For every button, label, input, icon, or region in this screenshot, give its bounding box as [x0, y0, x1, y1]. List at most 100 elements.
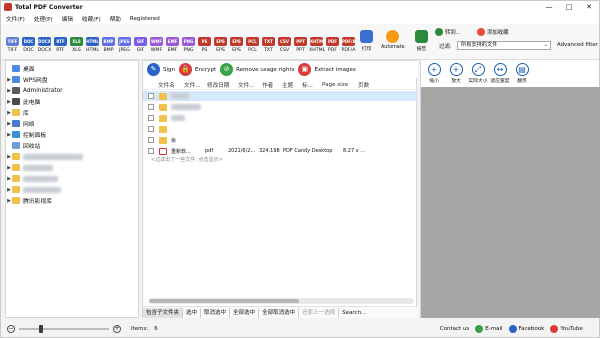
maximize-button[interactable]: □ [559, 1, 579, 13]
format-button-jpeg[interactable]: JPEG JPEG [117, 37, 132, 54]
format-button-eps[interactable]: EPS EPS [229, 37, 244, 54]
action-sign-button[interactable]: ✎ Sign [147, 63, 175, 76]
action-remove-usage-rights-button[interactable]: ⊘ Remove usage rights [220, 63, 294, 76]
table-row[interactable] [143, 91, 418, 101]
format-button-eps[interactable]: EPS EPS [213, 37, 228, 54]
facebook-link[interactable]: Facebook [508, 325, 544, 333]
tree-item[interactable]: ▶ 此电脑 [6, 96, 140, 107]
row-checkbox[interactable] [148, 126, 154, 132]
row-checkbox[interactable] [148, 137, 154, 143]
format-button-gif[interactable]: GIF GIF [133, 37, 148, 54]
format-button-xls[interactable]: XLS XLS [69, 37, 84, 54]
format-button-pcl[interactable]: PCL PCL [245, 37, 260, 54]
format-button-pdf-a[interactable]: PDF/A PDF/A [341, 37, 356, 54]
zoom-out-icon[interactable]: − [7, 325, 15, 333]
tree-item[interactable]: ▶ 控制面板 [6, 129, 140, 140]
tree-item[interactable]: ▶ [6, 151, 140, 162]
format-button-png[interactable]: PNG PNG [181, 37, 196, 54]
tree-item[interactable]: ▶ [6, 184, 140, 195]
format-button-pdf[interactable]: PDF PDF [325, 37, 340, 54]
restore-selection-button[interactable]: 还原上一选择 [299, 307, 340, 318]
tree-item[interactable]: ▶ 腾讯影视库 [6, 195, 140, 206]
filter-hint[interactable]: <过滤出了一些文件: 点击显示> [151, 156, 223, 163]
col-pages[interactable]: 页数 [358, 81, 378, 89]
row-checkbox[interactable] [148, 93, 154, 99]
format-button-bmp[interactable]: BMP BMP [101, 37, 116, 54]
format-button-html[interactable]: HTML HTML [85, 37, 100, 54]
menu-favorites[interactable]: 收藏(F) [82, 15, 101, 23]
format-label: BMP [103, 48, 114, 53]
add-favorite-button[interactable]: 添加收藏 [477, 28, 509, 36]
tree-item[interactable]: ▶ [6, 162, 140, 173]
action-extract-images-button[interactable]: ▣ Extract images [298, 63, 356, 76]
close-button[interactable]: ✕ [579, 1, 599, 13]
format-button-emf[interactable]: EMF EMF [165, 37, 180, 54]
tree-item[interactable]: ▶ WPS网盘 [6, 74, 140, 85]
preview-tool-button[interactable]: + 缩小 [424, 63, 444, 84]
tree-item[interactable]: ▶ 库 [6, 107, 140, 118]
preview-tool-button[interactable]: ↔ 适应宽度 [490, 63, 510, 84]
format-button-csv[interactable]: CSV CSV [277, 37, 292, 54]
youtube-link[interactable]: YouTube [550, 325, 583, 333]
format-button-docx[interactable]: DOCX DOCX [37, 37, 52, 54]
filter-select[interactable]: 所有支持的文件 ⌄ [457, 41, 551, 50]
select-all-button[interactable]: 全部选中 [230, 307, 260, 318]
col-title[interactable]: 标... [302, 81, 322, 89]
select-button[interactable]: 选中 [183, 307, 202, 318]
menu-help[interactable]: 帮助 [110, 15, 121, 23]
search-input[interactable]: Search... [339, 308, 369, 318]
col-author[interactable]: 作者 [262, 81, 282, 89]
table-row[interactable] [143, 102, 418, 112]
table-row[interactable]: 余 [143, 135, 418, 145]
tree-item[interactable]: 桌面 [6, 63, 140, 74]
format-button-wmf[interactable]: WMF WMF [149, 37, 164, 54]
format-button-ps[interactable]: PS PS [197, 37, 212, 54]
action-label: Remove usage rights [236, 66, 295, 73]
row-checkbox[interactable] [148, 115, 154, 121]
minimize-button[interactable]: — [539, 1, 559, 13]
table-row[interactable] [143, 113, 418, 123]
folder-icon [159, 136, 167, 144]
deselect-all-button[interactable]: 全部取消选中 [259, 307, 300, 318]
tree-item[interactable]: ▶ [6, 173, 140, 184]
table-row[interactable]: 重新软... pdf 2021/6/2... 324,198 PDF Candy Des… [143, 146, 418, 156]
format-button-tiff[interactable]: TIFF TIFF [5, 37, 20, 54]
contact-us-label: Contact us [439, 326, 470, 332]
col-filetype[interactable]: 文件... [184, 81, 207, 89]
advanced-filter-link[interactable]: Advanced filter [557, 42, 598, 48]
automate-button[interactable]: Automate [381, 30, 405, 50]
scrollbar-thumb[interactable] [149, 299, 299, 303]
menu-edit[interactable]: 编辑 [62, 15, 73, 23]
col-filesize[interactable]: 文件... [238, 81, 262, 89]
menu-process[interactable]: 处理(P) [34, 15, 53, 23]
format-button-doc[interactable]: DOC DOC [21, 37, 36, 54]
action-encrypt-button[interactable]: 🔒 Encrypt [179, 63, 216, 76]
row-checkbox[interactable] [148, 148, 154, 154]
preview-tool-button[interactable]: + 放大 [446, 63, 466, 84]
print-button[interactable]: 打印 [360, 30, 373, 52]
email-link[interactable]: E-mail [475, 325, 503, 333]
col-filename[interactable]: 文件名 [158, 81, 184, 89]
menu-file[interactable]: 文件(F) [6, 15, 25, 23]
table-row[interactable] [143, 124, 418, 134]
format-button-ppt[interactable]: PPT PPT [293, 37, 308, 54]
col-modified[interactable]: 修改日期 [207, 81, 238, 89]
row-checkbox[interactable] [148, 104, 154, 110]
convert-menu[interactable]: 转到... [435, 28, 461, 36]
col-subject[interactable]: 主题 [282, 81, 302, 89]
tree-item[interactable]: ▶ Administrator [6, 85, 140, 96]
format-button-xhtml[interactable]: XHTML XHTML [309, 37, 326, 54]
deselect-button[interactable]: 取消选中 [201, 307, 231, 318]
format-button-txt[interactable]: TXT TXT [261, 37, 276, 54]
preview-tool-button[interactable]: ▤ 翻页 [512, 63, 532, 84]
format-button-rtf[interactable]: RTF RTF [53, 37, 68, 54]
tree-item[interactable]: ▶ 网络 [6, 118, 140, 129]
zoom-slider[interactable] [19, 325, 109, 333]
col-pagesize[interactable]: Page size [322, 82, 358, 88]
horizontal-scrollbar[interactable] [149, 298, 414, 304]
include-subfolders-button[interactable]: 包含子文件夹 [143, 307, 184, 318]
zoom-in-icon[interactable]: + [113, 325, 121, 333]
zoom-slider-knob[interactable] [39, 325, 43, 333]
tree-item[interactable]: 回收站 [6, 140, 140, 151]
preview-tool-button[interactable]: ⤢ 实际大小 [468, 63, 488, 84]
